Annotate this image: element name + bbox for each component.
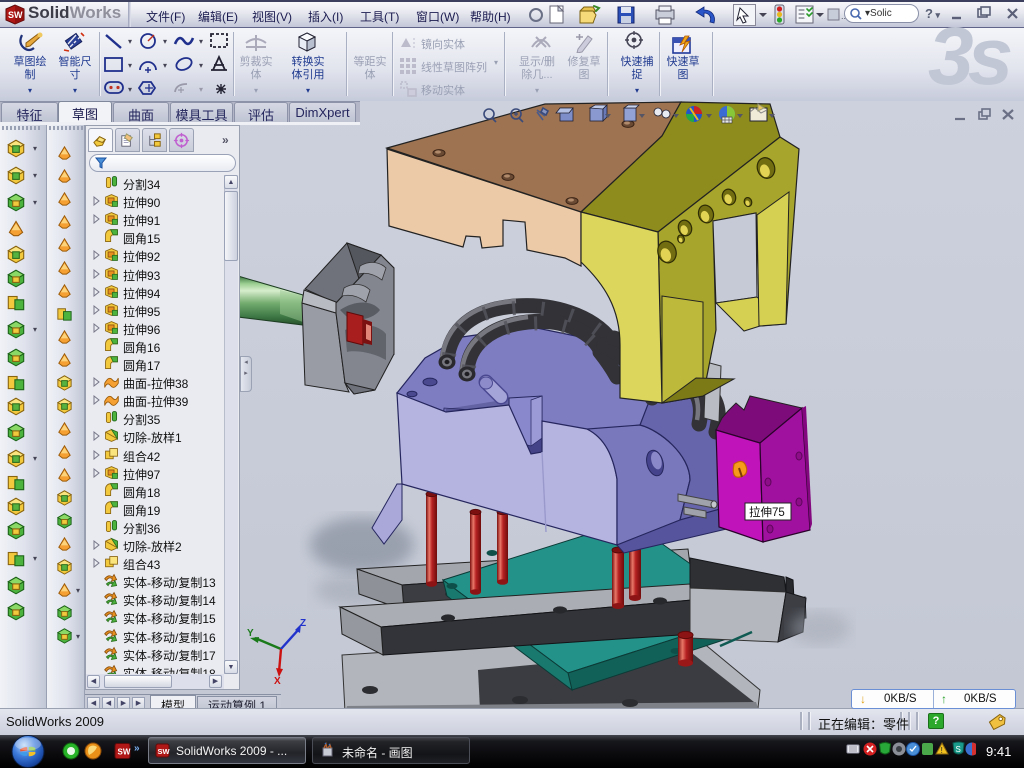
svg-text:Y: Y [247, 628, 254, 639]
svg-text:»: » [134, 743, 140, 754]
svg-text:SW: SW [118, 748, 131, 757]
svg-text:Z: Z [300, 618, 306, 629]
svg-text:▾: ▾ [128, 61, 132, 70]
svg-text:▾: ▾ [163, 61, 167, 70]
svg-text:X: X [274, 676, 281, 687]
svg-text:S: S [956, 745, 961, 754]
svg-text:▾: ▾ [128, 37, 132, 46]
svg-text:▾: ▾ [163, 37, 167, 46]
svg-text:SW: SW [158, 747, 171, 756]
svg-text:▾: ▾ [128, 85, 132, 94]
svg-text:拉伸75: 拉伸75 [749, 505, 785, 519]
svg-text:▾: ▾ [199, 61, 203, 70]
svg-text:▾: ▾ [199, 85, 203, 94]
svg-text:!: ! [941, 746, 943, 755]
svg-text:SW: SW [8, 10, 23, 20]
svg-text:▾: ▾ [199, 37, 203, 46]
